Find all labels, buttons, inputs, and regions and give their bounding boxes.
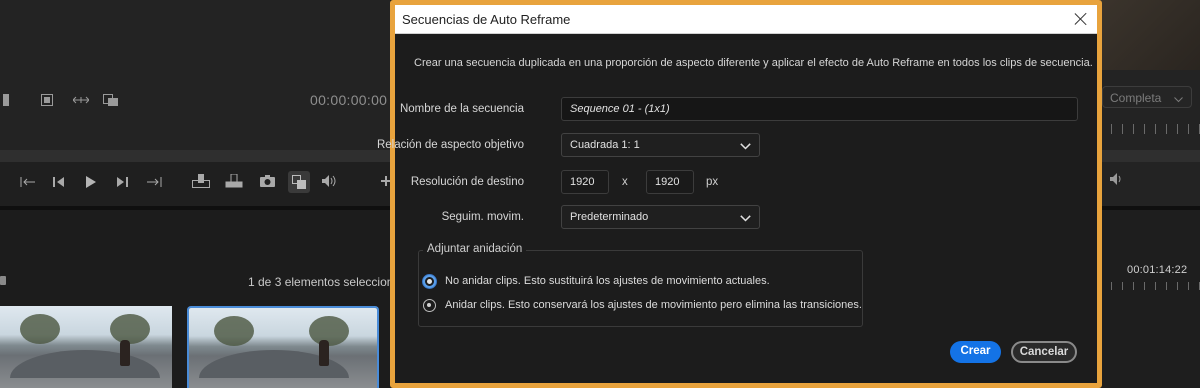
clip-image-skater [319,340,329,366]
selection-count: 1 de 3 elementos seleccionad [248,275,407,289]
nesting-group [418,250,863,327]
motion-tracking-value: Predeterminado [570,211,649,223]
aspect-ratio-value: Cuadrada 1: 1 [570,139,640,151]
chevron-down-icon [1174,92,1183,106]
program-monitor-left [0,0,392,150]
playback-resolution-dropdown[interactable]: Completa [1102,86,1192,108]
timeline-ruler[interactable] [1100,282,1200,290]
clip-thumbnail[interactable] [0,306,172,388]
film-strip-icon[interactable] [40,93,54,107]
timeline-scrubber-strip[interactable] [1100,150,1200,162]
no-nest-radio[interactable] [423,275,436,288]
source-timecode: 00:00:00:00 [310,92,388,108]
resolution-label: Resolución de destino [410,176,524,188]
dialog-title: Secuencias de Auto Reframe [402,12,571,27]
chevron-down-icon [740,213,751,225]
auto-reframe-dialog: Secuencias de Auto Reframe Crear una sec… [377,5,1097,383]
resolution-separator: x [622,176,628,188]
step-back-icon[interactable] [52,175,66,189]
lift-icon[interactable] [73,93,89,107]
playback-resolution-value: Completa [1110,91,1162,105]
insert-icon[interactable] [192,173,210,189]
motion-tracking-label: Seguim. movim. [441,211,524,223]
premiere-workspace: 00:00:00:00 1 de 3 elementos seleccionad [0,0,1200,388]
close-icon[interactable] [1073,11,1089,27]
time-ruler[interactable] [1100,124,1200,134]
resolution-unit: px [706,176,719,188]
step-forward-icon[interactable] [115,175,129,189]
clip-image-tree [309,316,349,346]
go-to-out-icon[interactable] [146,175,162,189]
volume-icon[interactable] [321,174,337,188]
play-icon[interactable] [84,175,98,189]
motion-tracking-select[interactable]: Predeterminado [561,205,760,229]
chevron-down-icon [740,141,751,153]
clip-image-tree [214,316,254,346]
sequence-name-input[interactable]: Sequence 01 - (1x1) [561,97,1078,121]
resolution-width-input[interactable]: 1920 [561,170,609,194]
cancel-button[interactable]: Cancelar [1011,341,1077,363]
overwrite-icon[interactable] [225,173,243,189]
timeline-timecode: 00:01:14:22 [1127,264,1188,276]
timeline-panel [1100,210,1200,388]
dialog-titlebar: Secuencias de Auto Reframe [395,5,1097,34]
clip-image-tree [110,314,150,344]
nest-label[interactable]: Anidar clips. Esto conservará los ajuste… [445,299,862,311]
aspect-ratio-label: Relación de aspecto objetivo [376,139,524,151]
nest-radio[interactable] [423,299,436,312]
export-frame-icon[interactable] [103,93,119,107]
dialog-description: Crear una secuencia duplicada en una pro… [414,57,1093,69]
clip-thumbnail-selected[interactable] [187,306,379,388]
play-icon[interactable] [2,93,10,107]
aspect-ratio-select[interactable]: Cuadrada 1: 1 [561,133,760,157]
sequence-name-label: Nombre de la secuencia [399,103,524,115]
no-nest-label[interactable]: No anidar clips. Esto sustituirá los aju… [445,275,770,287]
resolution-height-input[interactable]: 1920 [646,170,694,194]
timeline-scrubber-strip[interactable] [0,150,392,162]
comparison-view-icon[interactable] [288,171,310,193]
clip-image-tree [20,314,60,344]
clip-image-skater [120,340,130,366]
go-to-in-icon[interactable] [20,175,36,189]
nesting-group-title: Adjuntar anidación [423,243,527,255]
camera-icon[interactable] [259,174,275,188]
bin-icon [0,276,6,285]
create-button[interactable]: Crear [950,341,1001,363]
program-monitor-right-image [1100,0,1200,70]
volume-icon[interactable] [1110,172,1124,190]
